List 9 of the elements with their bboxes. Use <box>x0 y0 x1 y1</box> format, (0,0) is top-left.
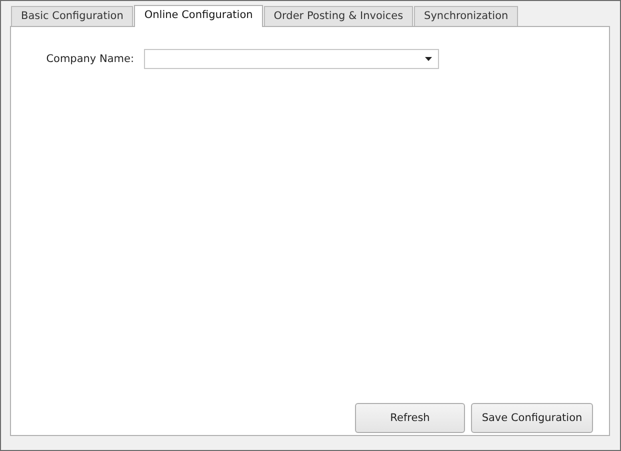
field-label: Company Name: <box>45 53 135 65</box>
action-button[interactable]: Save Configuration <box>471 403 593 433</box>
action-button[interactable]: Refresh <box>355 403 465 433</box>
tab[interactable]: Basic Configuration <box>11 6 134 26</box>
company-name-dropdown[interactable] <box>144 49 439 69</box>
tab[interactable]: Synchronization <box>414 6 518 26</box>
tab[interactable]: Order Posting & Invoices <box>264 6 414 26</box>
tab[interactable]: Online Configuration <box>134 5 263 27</box>
caret-icon <box>425 57 432 61</box>
